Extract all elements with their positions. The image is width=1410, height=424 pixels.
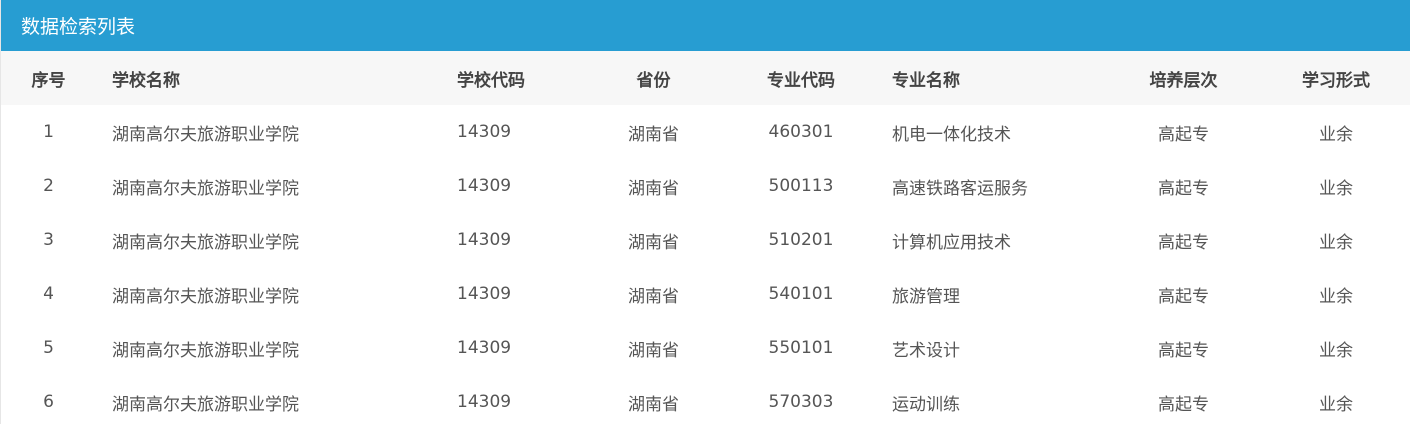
column-header-province: 省份 (636, 70, 671, 91)
table-header-row: 序号 学校名称 学校代码 省份 专业代码 专业名称 培养层次 学习形式 (1, 51, 1410, 105)
cell-school-code: 14309 (457, 122, 512, 142)
cell-study-mode: 业余 (1319, 232, 1353, 253)
cell-index: 3 (43, 230, 54, 250)
cell-province: 湖南省 (628, 394, 679, 415)
cell-school-name: 湖南高尔夫旅游职业学院 (112, 394, 299, 415)
cell-school-code: 14309 (457, 230, 512, 250)
cell-index: 4 (43, 284, 54, 304)
table-row: 3 湖南高尔夫旅游职业学院 14309 湖南省 510201 计算机应用技术 高… (1, 213, 1410, 267)
data-search-panel: 数据检索列表 序号 学校名称 学校代码 省份 专业代码 专业名称 培养层次 学习… (0, 0, 1410, 424)
cell-level: 高起专 (1158, 286, 1209, 307)
cell-province: 湖南省 (628, 340, 679, 361)
cell-school-code: 14309 (457, 338, 512, 358)
column-header-major-code: 专业代码 (767, 70, 835, 91)
cell-school-code: 14309 (457, 392, 512, 412)
panel-header: 数据检索列表 (1, 0, 1410, 51)
cell-school-name: 湖南高尔夫旅游职业学院 (112, 232, 299, 253)
cell-index: 1 (43, 122, 54, 142)
table-row: 1 湖南高尔夫旅游职业学院 14309 湖南省 460301 机电一体化技术 高… (1, 105, 1410, 159)
cell-study-mode: 业余 (1319, 124, 1353, 145)
cell-major-name: 艺术设计 (892, 340, 960, 361)
cell-school-name: 湖南高尔夫旅游职业学院 (112, 340, 299, 361)
cell-school-code: 14309 (457, 176, 512, 196)
cell-school-name: 湖南高尔夫旅游职业学院 (112, 124, 299, 145)
column-header-school-name: 学校名称 (112, 70, 180, 91)
table-row: 4 湖南高尔夫旅游职业学院 14309 湖南省 540101 旅游管理 高起专 … (1, 267, 1410, 321)
cell-major-name: 运动训练 (892, 394, 960, 415)
cell-level: 高起专 (1158, 340, 1209, 361)
panel-title: 数据检索列表 (21, 16, 136, 38)
cell-province: 湖南省 (628, 286, 679, 307)
table-row: 5 湖南高尔夫旅游职业学院 14309 湖南省 550101 艺术设计 高起专 … (1, 321, 1410, 375)
results-table: 序号 学校名称 学校代码 省份 专业代码 专业名称 培养层次 学习形式 1 湖南… (1, 51, 1410, 424)
column-header-study-mode: 学习形式 (1302, 70, 1370, 91)
cell-index: 2 (43, 176, 54, 196)
cell-study-mode: 业余 (1319, 286, 1353, 307)
cell-level: 高起专 (1158, 232, 1209, 253)
cell-major-name: 计算机应用技术 (892, 232, 1011, 253)
cell-school-name: 湖南高尔夫旅游职业学院 (112, 178, 299, 199)
cell-level: 高起专 (1158, 124, 1209, 145)
cell-school-name: 湖南高尔夫旅游职业学院 (112, 286, 299, 307)
column-header-index: 序号 (31, 70, 66, 91)
table-row: 6 湖南高尔夫旅游职业学院 14309 湖南省 570303 运动训练 高起专 … (1, 375, 1410, 424)
column-header-school-code: 学校代码 (457, 70, 525, 91)
cell-major-code: 550101 (768, 338, 834, 358)
cell-major-code: 510201 (768, 230, 834, 250)
table-row: 2 湖南高尔夫旅游职业学院 14309 湖南省 500113 高速铁路客运服务 … (1, 159, 1410, 213)
cell-study-mode: 业余 (1319, 340, 1353, 361)
cell-major-name: 旅游管理 (892, 286, 960, 307)
cell-level: 高起专 (1158, 178, 1209, 199)
cell-study-mode: 业余 (1319, 178, 1353, 199)
cell-index: 5 (43, 338, 54, 358)
cell-province: 湖南省 (628, 124, 679, 145)
cell-province: 湖南省 (628, 232, 679, 253)
cell-school-code: 14309 (457, 284, 512, 304)
column-header-level: 培养层次 (1149, 70, 1218, 91)
cell-study-mode: 业余 (1319, 394, 1353, 415)
cell-province: 湖南省 (628, 178, 679, 199)
cell-major-code: 500113 (768, 176, 834, 196)
cell-major-code: 540101 (768, 284, 834, 304)
cell-major-name: 高速铁路客运服务 (892, 178, 1028, 199)
cell-major-code: 570303 (768, 392, 834, 412)
cell-index: 6 (43, 392, 54, 412)
cell-level: 高起专 (1158, 394, 1209, 415)
column-header-major-name: 专业名称 (892, 70, 960, 91)
cell-major-code: 460301 (768, 122, 834, 142)
cell-major-name: 机电一体化技术 (892, 124, 1011, 145)
